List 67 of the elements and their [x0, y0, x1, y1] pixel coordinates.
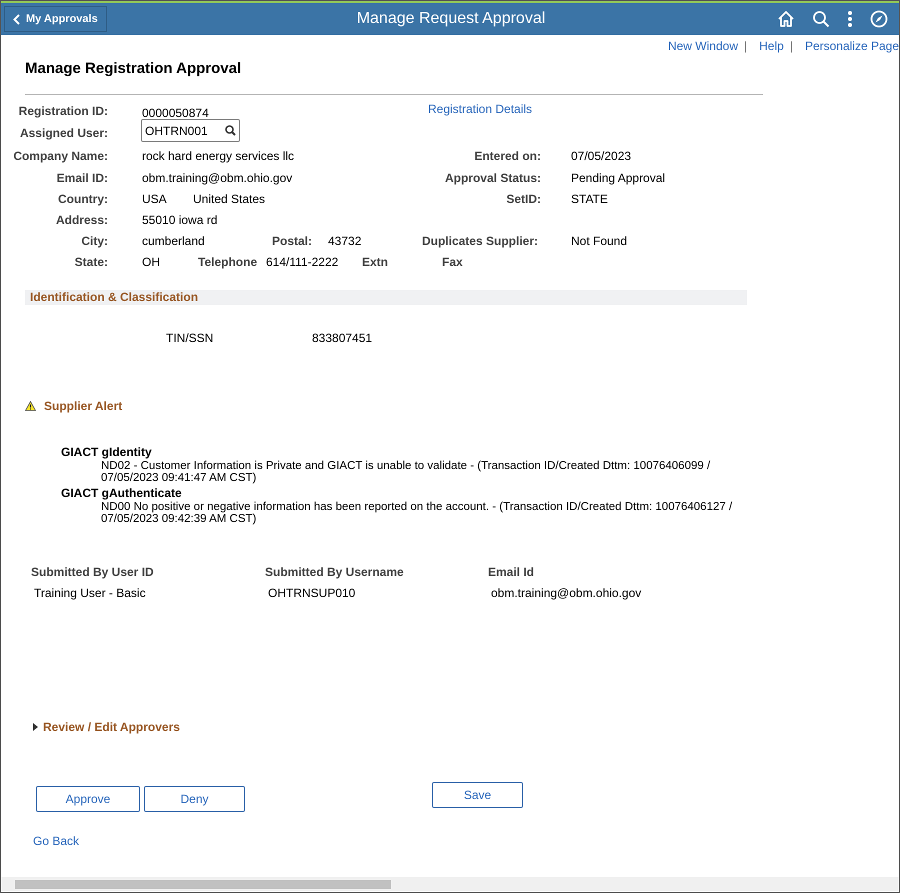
warning-icon	[25, 400, 36, 410]
table-cell-text: Training User - Basic	[34, 584, 146, 602]
field-value: United States	[193, 191, 266, 208]
field-value: 07/05/2023	[571, 148, 632, 165]
field-value: cumberland	[142, 233, 206, 250]
field-label: Fax	[442, 254, 464, 271]
field-value: 55010 iowa rd	[142, 212, 218, 229]
field-label: Email ID:	[56, 170, 108, 187]
back-button[interactable]: My Approvals	[4, 6, 107, 32]
field-value: USA	[142, 191, 168, 208]
table-cell-text: OHTRNSUP010	[268, 584, 356, 602]
section-title: Identification & Classification	[30, 289, 198, 306]
save-button[interactable]: Save	[432, 782, 523, 808]
field-label: Postal:	[272, 233, 309, 250]
field-label: TIN/SSN	[166, 330, 214, 346]
field-value: Pending Approval	[571, 170, 666, 187]
link-separator: |	[744, 38, 748, 52]
field-value: obm.training@obm.ohio.gov	[142, 170, 294, 187]
table-cell-text: obm.training@obm.ohio.gov	[491, 584, 642, 602]
field-label: SetID:	[505, 191, 541, 208]
home-icon[interactable]	[777, 10, 795, 28]
field-label: Assigned User:	[18, 124, 108, 142]
top-link[interactable]: New Window	[668, 37, 738, 52]
field-label: City:	[80, 233, 108, 250]
field-value: OH	[142, 254, 161, 271]
more-icon[interactable]	[847, 10, 853, 28]
field-value: 0000050874	[142, 104, 210, 122]
column-header: Submitted By Username	[265, 564, 404, 580]
chevron-left-icon	[13, 14, 20, 24]
caret-right-icon	[33, 722, 38, 730]
field-value: rock hard energy services llc	[142, 148, 296, 165]
field-label: Extn	[362, 254, 390, 271]
field-label: Duplicates Supplier:	[420, 233, 538, 250]
field-label: State:	[74, 254, 108, 271]
top-link[interactable]: Personalize Page	[804, 37, 899, 52]
horizontal-scrollbar[interactable]	[1, 877, 899, 891]
go-back-link[interactable]: Go Back	[33, 832, 80, 850]
search-icon[interactable]	[225, 125, 236, 136]
page-title: Manage Registration Approval	[25, 59, 242, 79]
alert-message: ND02 - Customer Information is Private and GIACT is unable to validate - (Transaction ID/Created Dttm: 10076406099 / 07/05/2023 09:41:47 AM CST)	[101, 460, 712, 484]
field-label: Registration ID:	[18, 102, 108, 120]
alert-name: GIACT gAuthenticate	[61, 486, 183, 500]
registration-details-link[interactable]: Registration Details	[428, 100, 532, 118]
field-value: STATE	[571, 191, 608, 208]
scrollbar-thumb[interactable]	[15, 880, 391, 888]
top-link[interactable]: Help	[759, 37, 784, 52]
field-value: 614/111-2222	[266, 254, 340, 271]
field-value: 43732	[328, 233, 362, 250]
action-button[interactable]: Deny	[144, 786, 245, 812]
page-header-title: Manage Request Approval	[356, 9, 546, 29]
alert-name: GIACT gIdentity	[61, 444, 153, 458]
section-title: Supplier Alert	[44, 398, 122, 414]
alert-message: ND00 No positive or negative information has been reported on the account. - (Transaction ID/Created Dttm: 10076406127 / 07/05/2023 09:42:39 AM CST)	[101, 500, 734, 524]
field-label: Entered on:	[473, 148, 541, 165]
compass-icon[interactable]	[870, 10, 888, 28]
field-label: Country:	[57, 191, 108, 208]
field-value: 833807451	[312, 330, 372, 346]
field-label: Company Name:	[12, 148, 108, 165]
action-button[interactable]: Approve	[36, 786, 140, 812]
column-header: Email Id	[488, 564, 534, 580]
assigned-user-field[interactable]: OHTRN001	[141, 119, 240, 142]
column-header: Submitted By User ID	[31, 564, 154, 580]
collapsible-section-header[interactable]: Review / Edit Approvers	[33, 718, 180, 736]
field-label: Address:	[54, 212, 108, 229]
field-value: Not Found	[571, 233, 628, 250]
field-label: Approval Status:	[444, 170, 541, 187]
link-separator: |	[790, 38, 793, 52]
